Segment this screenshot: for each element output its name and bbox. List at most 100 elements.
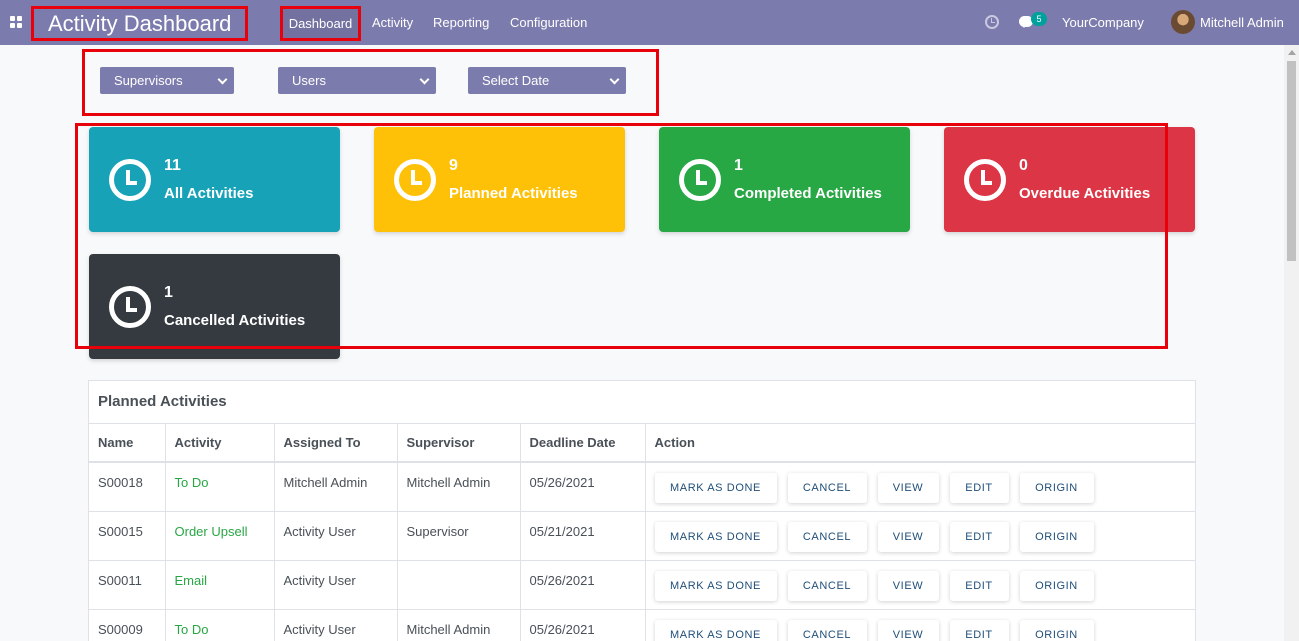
cell-actions: MARK AS DONE CANCEL VIEW EDIT ORIGIN: [645, 510, 1195, 560]
card-cancelled-activities[interactable]: 1 Cancelled Activities: [89, 254, 340, 359]
menu-dashboard[interactable]: Dashboard: [280, 6, 361, 41]
cell-activity[interactable]: Order Upsell: [165, 510, 275, 560]
view-button[interactable]: VIEW: [877, 473, 939, 503]
planned-activities-table: Name Activity Assigned To Supervisor Dea…: [89, 423, 1195, 641]
column-header-action: Action: [645, 423, 1195, 463]
cell-supervisor: Supervisor: [397, 510, 521, 560]
chat-count-badge: 5: [1031, 12, 1047, 26]
app-title[interactable]: Activity Dashboard: [31, 6, 248, 41]
column-header-name[interactable]: Name: [89, 423, 166, 463]
cell-actions: MARK AS DONE CANCEL VIEW EDIT ORIGIN: [645, 559, 1195, 609]
supervisors-select-value: Supervisors: [114, 73, 183, 88]
card-count: 1: [734, 157, 743, 174]
cell-assigned-to: Activity User: [274, 559, 398, 609]
cell-deadline: 05/26/2021: [520, 559, 646, 609]
chevron-down-icon: [217, 74, 228, 85]
scroll-thumb[interactable]: [1287, 61, 1296, 261]
chevron-down-icon: [609, 74, 620, 85]
planned-activities-panel: Planned Activities Name Activity Assigne…: [88, 380, 1196, 641]
mark-as-done-button[interactable]: MARK AS DONE: [654, 570, 777, 601]
column-header-deadline-date[interactable]: Deadline Date: [520, 423, 646, 463]
column-header-activity[interactable]: Activity: [165, 423, 275, 463]
edit-button[interactable]: EDIT: [949, 570, 1009, 601]
clock-icon: [394, 159, 436, 201]
clock-icon: [109, 159, 151, 201]
mark-as-done-button[interactable]: MARK AS DONE: [654, 473, 777, 503]
panel-title: Planned Activities: [98, 393, 227, 410]
card-overdue-activities[interactable]: 0 Overdue Activities: [944, 127, 1195, 232]
company-switcher[interactable]: YourCompany: [1062, 0, 1144, 45]
table-row: S00009 To Do Activity User Mitchell Admi…: [89, 608, 1195, 641]
card-all-activities[interactable]: 11 All Activities: [89, 127, 340, 232]
cell-deadline: 05/26/2021: [520, 461, 646, 511]
activity-clock-icon[interactable]: [985, 15, 999, 29]
column-header-supervisor[interactable]: Supervisor: [397, 423, 521, 463]
origin-button[interactable]: ORIGIN: [1019, 473, 1094, 503]
cell-deadline: 05/21/2021: [520, 510, 646, 560]
menu-configuration[interactable]: Configuration: [510, 0, 587, 45]
avatar[interactable]: [1171, 10, 1195, 34]
cell-assigned-to: Activity User: [274, 510, 398, 560]
table-row: S00015 Order Upsell Activity User Superv…: [89, 510, 1195, 560]
mark-as-done-button[interactable]: MARK AS DONE: [654, 521, 777, 552]
cell-activity[interactable]: To Do: [165, 608, 275, 641]
cell-deadline: 05/26/2021: [520, 608, 646, 641]
user-menu[interactable]: Mitchell Admin: [1200, 0, 1284, 45]
card-count: 9: [449, 157, 458, 174]
mark-as-done-button[interactable]: MARK AS DONE: [654, 619, 777, 641]
card-count: 11: [164, 157, 181, 174]
origin-button[interactable]: ORIGIN: [1019, 570, 1094, 601]
cell-name: S00015: [89, 510, 166, 560]
users-select-value: Users: [292, 73, 326, 88]
edit-button[interactable]: EDIT: [949, 619, 1009, 641]
top-navbar: Activity Dashboard Dashboard Activity Re…: [0, 0, 1299, 45]
clock-icon: [109, 286, 151, 328]
cell-actions: MARK AS DONE CANCEL VIEW EDIT ORIGIN: [645, 461, 1195, 511]
apps-menu-icon[interactable]: [10, 16, 22, 28]
view-button[interactable]: VIEW: [877, 570, 939, 601]
supervisors-select[interactable]: Supervisors: [100, 67, 234, 94]
cell-supervisor: Mitchell Admin: [397, 608, 521, 641]
card-count: 1: [164, 284, 173, 301]
cancel-button[interactable]: CANCEL: [787, 521, 867, 552]
origin-button[interactable]: ORIGIN: [1019, 619, 1094, 641]
cell-supervisor: [397, 559, 521, 609]
table-row: S00011 Email Activity User 05/26/2021 MA…: [89, 559, 1195, 609]
edit-button[interactable]: EDIT: [949, 521, 1009, 552]
cell-supervisor: Mitchell Admin: [397, 461, 521, 511]
card-label: Cancelled Activities: [164, 312, 306, 329]
table-header-row: Name Activity Assigned To Supervisor Dea…: [89, 423, 1195, 463]
card-label: Completed Activities: [734, 185, 882, 202]
cell-assigned-to: Mitchell Admin: [274, 461, 398, 511]
menu-reporting[interactable]: Reporting: [433, 0, 489, 45]
card-planned-activities[interactable]: 9 Planned Activities: [374, 127, 625, 232]
view-button[interactable]: VIEW: [877, 619, 939, 641]
clock-icon: [679, 159, 721, 201]
card-completed-activities[interactable]: 1 Completed Activities: [659, 127, 910, 232]
view-button[interactable]: VIEW: [877, 521, 939, 552]
users-select[interactable]: Users: [278, 67, 436, 94]
page-scrollbar[interactable]: [1284, 45, 1299, 641]
card-label: All Activities: [164, 185, 254, 202]
cancel-button[interactable]: CANCEL: [787, 570, 867, 601]
date-select-value: Select Date: [482, 73, 550, 88]
cell-assigned-to: Activity User: [274, 608, 398, 641]
cancel-button[interactable]: CANCEL: [787, 619, 867, 641]
cell-name: S00011: [89, 559, 166, 609]
menu-activity[interactable]: Activity: [372, 0, 413, 45]
date-select[interactable]: Select Date: [468, 67, 626, 94]
scroll-up-arrow-icon[interactable]: [1288, 50, 1296, 55]
cancel-button[interactable]: CANCEL: [787, 473, 867, 503]
cell-name: S00018: [89, 461, 166, 511]
cell-activity[interactable]: Email: [165, 559, 275, 609]
table-row: S00018 To Do Mitchell Admin Mitchell Adm…: [89, 461, 1195, 511]
origin-button[interactable]: ORIGIN: [1019, 521, 1094, 552]
cell-actions: MARK AS DONE CANCEL VIEW EDIT ORIGIN: [645, 608, 1195, 641]
cell-name: S00009: [89, 608, 166, 641]
clock-icon: [964, 159, 1006, 201]
cell-activity[interactable]: To Do: [165, 461, 275, 511]
edit-button[interactable]: EDIT: [949, 473, 1009, 503]
card-count: 0: [1019, 157, 1028, 174]
column-header-assigned-to[interactable]: Assigned To: [274, 423, 398, 463]
chevron-down-icon: [419, 74, 430, 85]
